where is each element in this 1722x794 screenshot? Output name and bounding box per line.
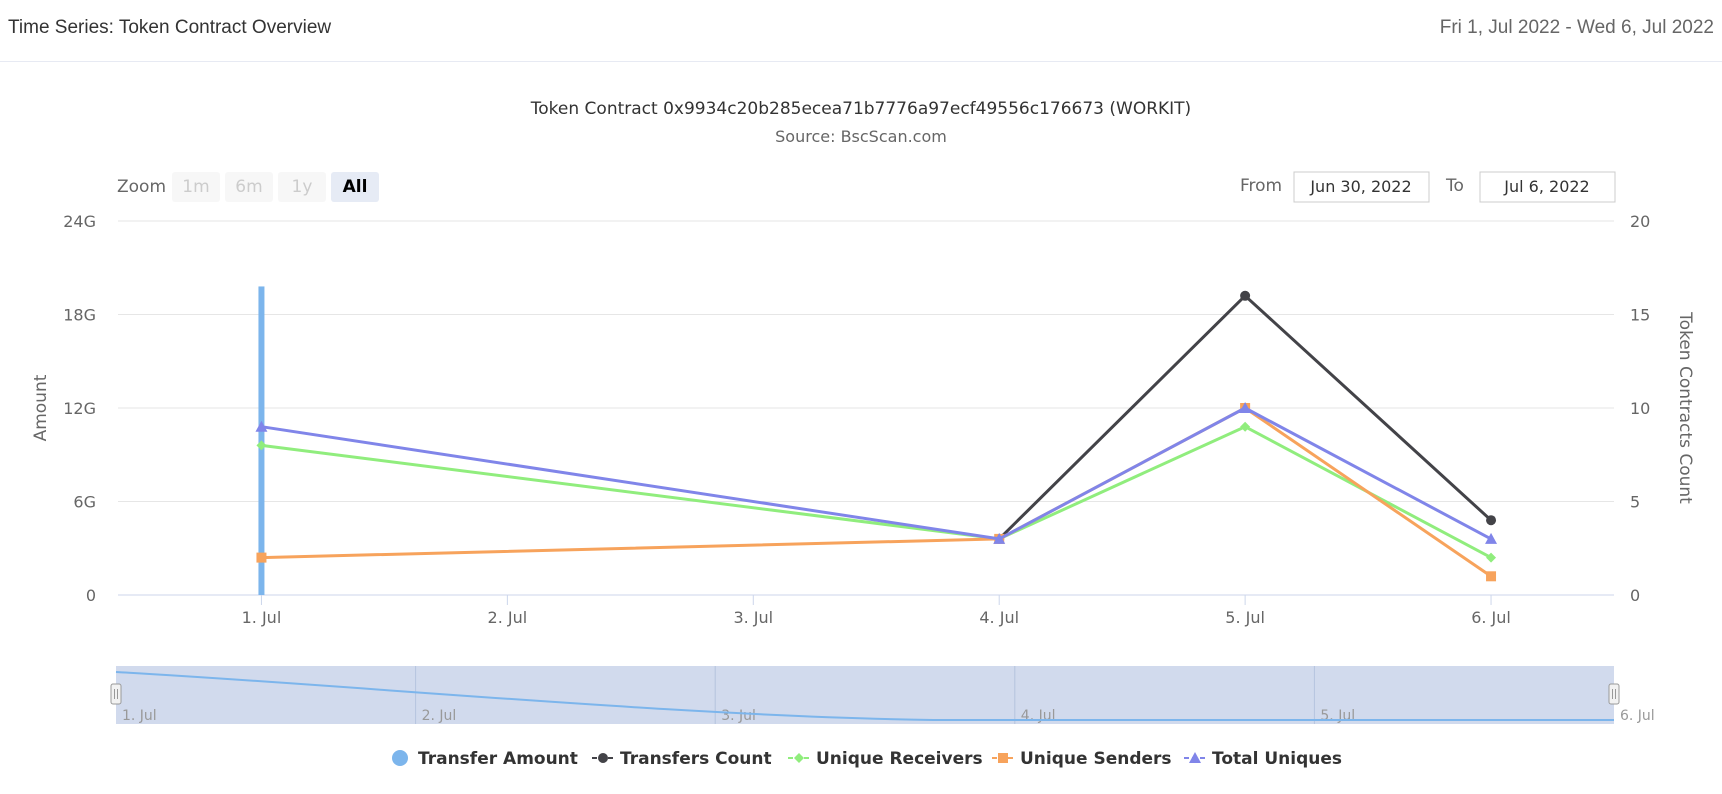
from-label: From xyxy=(1240,176,1282,196)
series-line xyxy=(261,406,1492,578)
y-left-tick-label: 0 xyxy=(86,586,96,605)
chart-title: Token Contract 0x9934c20b285ecea71b7776a… xyxy=(530,99,1191,119)
y-right-tick-label: 5 xyxy=(1630,493,1640,512)
y-right-tick-label: 10 xyxy=(1630,399,1650,418)
x-axis-ticks: 1. Jul 2. Jul 3. Jul 4. Jul 5. Jul 6. Jul xyxy=(242,595,1511,627)
series-layer xyxy=(255,286,1498,595)
zoom-label: Zoom xyxy=(117,177,166,197)
y-left-tick-label: 24G xyxy=(63,212,96,231)
y-right-ticks: 0 5 10 15 20 xyxy=(1630,212,1650,605)
zoom-button-label[interactable]: 6m xyxy=(235,177,262,197)
to-date-input[interactable]: Jul 6, 2022 xyxy=(1503,177,1589,196)
navigator-handle-left[interactable] xyxy=(110,683,122,705)
legend-symbol xyxy=(392,750,408,766)
legend-label: Unique Receivers xyxy=(816,749,983,769)
legend-marker xyxy=(1189,752,1201,763)
data-point xyxy=(256,440,267,451)
y-right-tick-label: 0 xyxy=(1630,586,1640,605)
chart-subtitle: Source: BscScan.com xyxy=(775,127,947,146)
navigator-mask[interactable] xyxy=(116,666,1614,724)
x-tick-label: 6. Jul xyxy=(1471,608,1511,627)
navigator-tick-label: 5. Jul xyxy=(1320,708,1355,724)
zoom-button-label[interactable]: 1m xyxy=(182,177,209,197)
legend-item-unique-senders[interactable]: Unique Senders xyxy=(992,749,1172,769)
legend: Transfer Amount Transfers Count Unique Rec… xyxy=(392,749,1342,769)
to-label: To xyxy=(1445,176,1464,196)
handle-body[interactable] xyxy=(1608,683,1620,705)
y-left-axis-title: Amount xyxy=(31,374,51,441)
legend-marker xyxy=(794,753,804,763)
series-unique-senders xyxy=(256,403,1497,582)
y-left-tick-label: 18G xyxy=(63,306,96,325)
x-tick-label: 3. Jul xyxy=(733,608,773,627)
x-tick-label: 1. Jul xyxy=(242,608,282,627)
data-point xyxy=(1486,571,1497,582)
x-tick-label: 4. Jul xyxy=(979,608,1019,627)
from-date-input[interactable]: Jun 30, 2022 xyxy=(1309,177,1411,196)
legend-label: Unique Senders xyxy=(1020,749,1172,769)
zoom-button-label[interactable]: All xyxy=(343,177,368,197)
grid-lines xyxy=(118,220,1614,596)
y-left-tick-label: 6G xyxy=(73,493,96,512)
legend-item-transfers-count[interactable]: Transfers Count xyxy=(592,749,772,769)
series-line xyxy=(261,425,1492,559)
data-point xyxy=(1240,290,1251,301)
data-point xyxy=(1486,515,1497,526)
legend-marker xyxy=(598,753,608,763)
y-left-ticks: 0 6G 12G 18G 24G xyxy=(63,212,96,605)
navigator-tick-label: 4. Jul xyxy=(1021,708,1056,724)
series-line xyxy=(998,294,1493,540)
x-tick-label: 5. Jul xyxy=(1225,608,1265,627)
legend-item-unique-receivers[interactable]: Unique Receivers xyxy=(788,749,983,769)
navigator-handle-right[interactable] xyxy=(1608,683,1620,705)
data-point xyxy=(256,552,267,563)
zoom-button-label[interactable]: 1y xyxy=(292,177,313,197)
y-left-tick-label: 12G xyxy=(63,399,96,418)
navigator-tick-label: 3. Jul xyxy=(721,708,756,724)
navigator-tick-label: 1. Jul xyxy=(122,708,157,724)
legend-item-transfer-amount[interactable]: Transfer Amount xyxy=(392,749,578,769)
chart: Token Contract 0x9934c20b285ecea71b7776a… xyxy=(31,99,1695,769)
handle-body[interactable] xyxy=(110,683,122,705)
legend-label: Transfer Amount xyxy=(418,749,578,769)
data-point xyxy=(1485,532,1498,544)
legend-label: Total Uniques xyxy=(1212,749,1342,769)
legend-marker xyxy=(998,753,1008,763)
navigator-tick-label: 6. Jul xyxy=(1620,708,1655,724)
legend-label: Transfers Count xyxy=(620,749,772,769)
y-right-tick-label: 20 xyxy=(1630,212,1650,231)
y-right-axis-title: Token Contracts Count xyxy=(1675,311,1695,504)
zoom-buttons: 1m 6m 1y All xyxy=(172,172,379,202)
x-tick-label: 2. Jul xyxy=(488,608,528,627)
series-line xyxy=(261,406,1492,541)
legend-item-total-uniques[interactable]: Total Uniques xyxy=(1184,749,1342,769)
y-right-tick-label: 15 xyxy=(1630,306,1650,325)
navigator[interactable]: 1. Jul 2. Jul 3. Jul 4. Jul 5. Jul 6. Jul xyxy=(110,666,1655,724)
navigator-tick-label: 2. Jul xyxy=(422,708,457,724)
